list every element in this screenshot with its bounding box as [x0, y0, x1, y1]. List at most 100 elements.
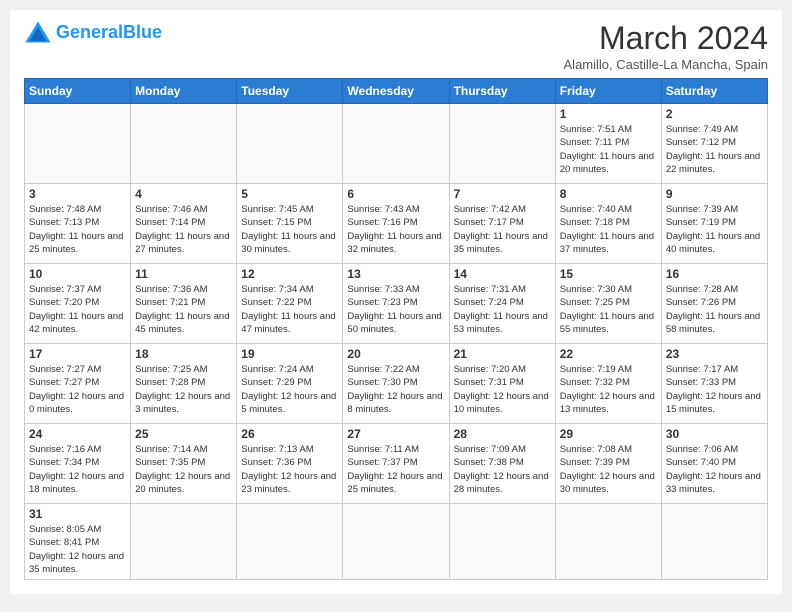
day-info: Sunrise: 7:31 AM Sunset: 7:24 PM Dayligh… — [454, 283, 551, 336]
day-cell — [343, 104, 449, 184]
week-row-2: 10Sunrise: 7:37 AM Sunset: 7:20 PM Dayli… — [25, 264, 768, 344]
day-number: 12 — [241, 267, 338, 281]
day-info: Sunrise: 7:08 AM Sunset: 7:39 PM Dayligh… — [560, 443, 657, 496]
day-info: Sunrise: 7:16 AM Sunset: 7:34 PM Dayligh… — [29, 443, 126, 496]
day-cell: 31 Sunrise: 8:05 AM Sunset: 8:41 PM Dayli… — [25, 504, 131, 580]
day-number: 14 — [454, 267, 551, 281]
day-cell: 16Sunrise: 7:28 AM Sunset: 7:26 PM Dayli… — [661, 264, 767, 344]
day-info: Sunrise: 7:42 AM Sunset: 7:17 PM Dayligh… — [454, 203, 551, 256]
day-info: Sunrise: 7:25 AM Sunset: 7:28 PM Dayligh… — [135, 363, 232, 416]
day-number: 17 — [29, 347, 126, 361]
header-cell-thursday: Thursday — [449, 79, 555, 104]
day-number: 25 — [135, 427, 232, 441]
day-number: 23 — [666, 347, 763, 361]
day-info: Sunrise: 7:30 AM Sunset: 7:25 PM Dayligh… — [560, 283, 657, 336]
day-cell: 25 Sunrise: 7:14 AM Sunset: 7:35 PM Dayli… — [131, 424, 237, 504]
logo-text: GeneralBlue — [56, 22, 162, 43]
day-number: 2 — [666, 107, 763, 121]
header-cell-sunday: Sunday — [25, 79, 131, 104]
day-info: Sunrise: 7:45 AM Sunset: 7:15 PM Dayligh… — [241, 203, 338, 256]
day-info: Sunrise: 7:11 AM Sunset: 7:37 PM Dayligh… — [347, 443, 444, 496]
day-info: Sunrise: 7:13 AM Sunset: 7:36 PM Dayligh… — [241, 443, 338, 496]
day-number: 18 — [135, 347, 232, 361]
day-info: Sunrise: 7:43 AM Sunset: 7:16 PM Dayligh… — [347, 203, 444, 256]
day-cell: 19Sunrise: 7:24 AM Sunset: 7:29 PM Dayli… — [237, 344, 343, 424]
day-number: 26 — [241, 427, 338, 441]
day-cell — [555, 504, 661, 580]
header-cell-wednesday: Wednesday — [343, 79, 449, 104]
day-number: 20 — [347, 347, 444, 361]
day-info: Sunrise: 7:48 AM Sunset: 7:13 PM Dayligh… — [29, 203, 126, 256]
day-info: Sunrise: 7:19 AM Sunset: 7:32 PM Dayligh… — [560, 363, 657, 416]
header: GeneralBlue March 2024 Alamillo, Castill… — [24, 20, 768, 72]
day-info: Sunrise: 7:24 AM Sunset: 7:29 PM Dayligh… — [241, 363, 338, 416]
calendar-table: SundayMondayTuesdayWednesdayThursdayFrid… — [24, 78, 768, 580]
day-cell: 29 Sunrise: 7:08 AM Sunset: 7:39 PM Dayli… — [555, 424, 661, 504]
day-cell: 21 Sunrise: 7:20 AM Sunset: 7:31 PM Dayli… — [449, 344, 555, 424]
day-info: Sunrise: 7:14 AM Sunset: 7:35 PM Dayligh… — [135, 443, 232, 496]
day-number: 11 — [135, 267, 232, 281]
calendar-page: GeneralBlue March 2024 Alamillo, Castill… — [10, 10, 782, 594]
day-number: 6 — [347, 187, 444, 201]
day-cell: 12 Sunrise: 7:34 AM Sunset: 7:22 PM Dayli… — [237, 264, 343, 344]
day-number: 7 — [454, 187, 551, 201]
title-area: March 2024 Alamillo, Castille-La Mancha,… — [564, 20, 768, 72]
header-cell-friday: Friday — [555, 79, 661, 104]
logo-icon — [24, 20, 52, 44]
day-cell: 23Sunrise: 7:17 AM Sunset: 7:33 PM Dayli… — [661, 344, 767, 424]
day-number: 21 — [454, 347, 551, 361]
day-number: 9 — [666, 187, 763, 201]
day-cell: 17Sunrise: 7:27 AM Sunset: 7:27 PM Dayli… — [25, 344, 131, 424]
day-cell — [237, 504, 343, 580]
day-info: Sunrise: 7:09 AM Sunset: 7:38 PM Dayligh… — [454, 443, 551, 496]
day-info: Sunrise: 8:05 AM Sunset: 8:41 PM Dayligh… — [29, 523, 126, 576]
day-info: Sunrise: 7:51 AM Sunset: 7:11 PM Dayligh… — [560, 123, 657, 176]
logo-blue: Blue — [123, 22, 162, 42]
day-number: 3 — [29, 187, 126, 201]
day-cell: 22 Sunrise: 7:19 AM Sunset: 7:32 PM Dayli… — [555, 344, 661, 424]
day-number: 31 — [29, 507, 126, 521]
day-info: Sunrise: 7:34 AM Sunset: 7:22 PM Dayligh… — [241, 283, 338, 336]
day-cell: 3 Sunrise: 7:48 AM Sunset: 7:13 PM Daylig… — [25, 184, 131, 264]
day-cell: 20Sunrise: 7:22 AM Sunset: 7:30 PM Dayli… — [343, 344, 449, 424]
day-cell: 10Sunrise: 7:37 AM Sunset: 7:20 PM Dayli… — [25, 264, 131, 344]
day-cell — [343, 504, 449, 580]
day-cell: 30Sunrise: 7:06 AM Sunset: 7:40 PM Dayli… — [661, 424, 767, 504]
week-row-0: 1Sunrise: 7:51 AM Sunset: 7:11 PM Daylig… — [25, 104, 768, 184]
day-number: 22 — [560, 347, 657, 361]
month-title: March 2024 — [564, 20, 768, 57]
day-cell: 8Sunrise: 7:40 AM Sunset: 7:18 PM Daylig… — [555, 184, 661, 264]
header-cell-saturday: Saturday — [661, 79, 767, 104]
header-cell-monday: Monday — [131, 79, 237, 104]
day-number: 30 — [666, 427, 763, 441]
day-number: 13 — [347, 267, 444, 281]
day-cell: 6 Sunrise: 7:43 AM Sunset: 7:16 PM Daylig… — [343, 184, 449, 264]
day-cell: 5Sunrise: 7:45 AM Sunset: 7:15 PM Daylig… — [237, 184, 343, 264]
day-cell — [131, 504, 237, 580]
day-cell: 18 Sunrise: 7:25 AM Sunset: 7:28 PM Dayli… — [131, 344, 237, 424]
day-cell — [449, 104, 555, 184]
day-info: Sunrise: 7:39 AM Sunset: 7:19 PM Dayligh… — [666, 203, 763, 256]
day-number: 4 — [135, 187, 232, 201]
day-number: 24 — [29, 427, 126, 441]
week-row-4: 24 Sunrise: 7:16 AM Sunset: 7:34 PM Dayli… — [25, 424, 768, 504]
logo: GeneralBlue — [24, 20, 162, 44]
day-cell: 27 Sunrise: 7:11 AM Sunset: 7:37 PM Dayli… — [343, 424, 449, 504]
day-number: 8 — [560, 187, 657, 201]
day-cell: 14 Sunrise: 7:31 AM Sunset: 7:24 PM Dayli… — [449, 264, 555, 344]
day-info: Sunrise: 7:20 AM Sunset: 7:31 PM Dayligh… — [454, 363, 551, 416]
day-info: Sunrise: 7:33 AM Sunset: 7:23 PM Dayligh… — [347, 283, 444, 336]
day-info: Sunrise: 7:37 AM Sunset: 7:20 PM Dayligh… — [29, 283, 126, 336]
day-cell: 15Sunrise: 7:30 AM Sunset: 7:25 PM Dayli… — [555, 264, 661, 344]
day-cell — [237, 104, 343, 184]
day-number: 27 — [347, 427, 444, 441]
day-cell: 24 Sunrise: 7:16 AM Sunset: 7:34 PM Dayli… — [25, 424, 131, 504]
day-cell: 1Sunrise: 7:51 AM Sunset: 7:11 PM Daylig… — [555, 104, 661, 184]
day-number: 16 — [666, 267, 763, 281]
day-number: 29 — [560, 427, 657, 441]
day-cell — [25, 104, 131, 184]
day-cell — [661, 504, 767, 580]
day-number: 28 — [454, 427, 551, 441]
day-cell — [449, 504, 555, 580]
day-info: Sunrise: 7:49 AM Sunset: 7:12 PM Dayligh… — [666, 123, 763, 176]
